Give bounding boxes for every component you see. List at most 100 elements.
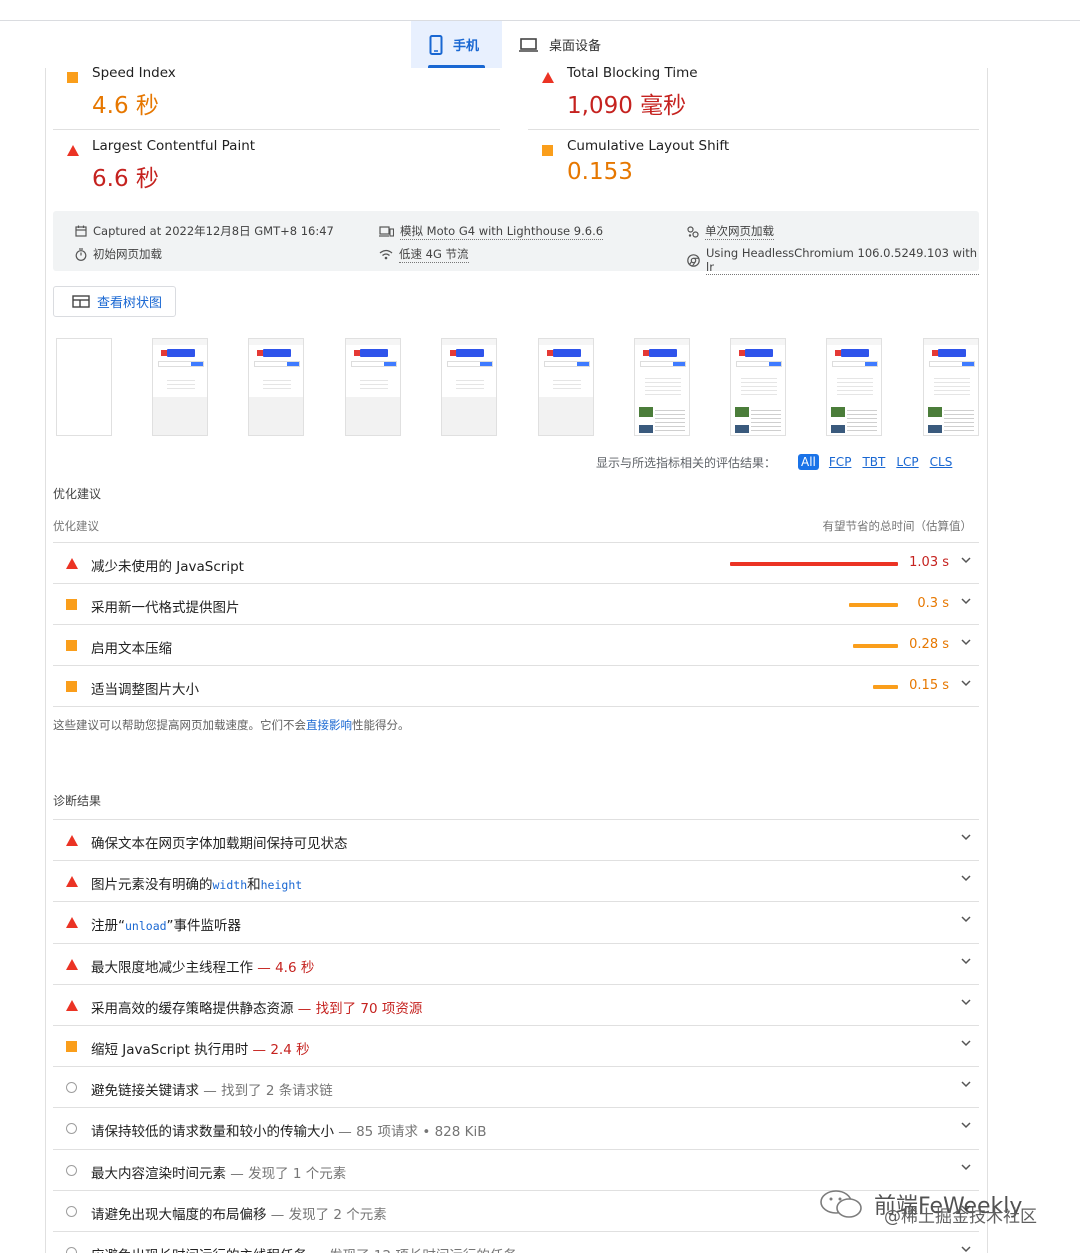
status-icon	[66, 640, 77, 651]
filter-chip-cls[interactable]: CLS	[930, 455, 953, 469]
diagnostic-title: 避免链接关键请求 — 找到了 2 条请求链	[91, 1083, 333, 1099]
opportunities-col-right: 有望节省的总时间（估算值）	[822, 519, 973, 533]
note-text-after: 性能得分。	[352, 718, 410, 732]
chevron-down-icon[interactable]	[961, 639, 971, 646]
runtime-network[interactable]: 低速 4G 节流	[379, 246, 469, 263]
savings-value: 0.3 s	[917, 596, 949, 611]
opportunity-row[interactable]: 启用文本压缩 0.28 s	[53, 624, 979, 665]
session-icon	[687, 225, 699, 238]
runtime-browser-text: Using HeadlessChromium 106.0.5249.103 wi…	[706, 246, 979, 275]
status-icon	[66, 1165, 77, 1176]
chevron-down-icon[interactable]	[961, 1040, 971, 1047]
metric-largest-contentful-paint: Largest Contentful Paint 6.6 秒	[53, 137, 500, 203]
diagnostic-title: 缩短 JavaScript 执行用时 — 2.4 秒	[91, 1042, 310, 1058]
chevron-down-icon[interactable]	[961, 680, 971, 687]
diagnostic-row[interactable]: 注册“unload”事件监听器	[53, 901, 979, 942]
diagnostic-row[interactable]: 最大内容渲染时间元素 — 发现了 1 个元素	[53, 1149, 979, 1190]
metric-value: 0.153	[567, 159, 633, 185]
diagnostic-title: 请保持较低的请求数量和较小的传输大小 — 85 项请求 • 828 KiB	[91, 1124, 487, 1140]
diagnostic-detail: — 85 项请求 • 828 KiB	[334, 1124, 487, 1140]
chevron-down-icon[interactable]	[961, 557, 971, 564]
devices-icon	[379, 226, 394, 237]
savings-bar	[853, 644, 898, 648]
diagnostic-title: 最大限度地减少主线程工作 — 4.6 秒	[91, 960, 315, 976]
runtime-captured-text: Captured at 2022年12月8日 GMT+8 16:47	[93, 224, 334, 238]
watermark: 前端FeWeekly @稀土掘金技术社区	[818, 1188, 1037, 1227]
opportunities-end-divider	[53, 706, 979, 707]
chevron-down-icon[interactable]	[961, 999, 971, 1006]
diagnostic-title: 请避免出现大幅度的布局偏移 — 发现了 2 个元素	[91, 1207, 387, 1223]
diagnostic-row[interactable]: 请保持较低的请求数量和较小的传输大小 — 85 项请求 • 828 KiB	[53, 1107, 979, 1148]
chevron-down-icon[interactable]	[961, 1081, 971, 1088]
metric-filter: 显示与所选指标相关的评估结果： All FCP TBT LCP CLS	[596, 453, 963, 471]
opportunity-row[interactable]: 适当调整图片大小 0.15 s	[53, 665, 979, 706]
diagnostic-detail: — 发现了 1 个元素	[226, 1166, 347, 1182]
diagnostic-detail: — 找到了 70 项资源	[293, 1001, 423, 1017]
average-square-icon	[66, 599, 77, 610]
runtime-session[interactable]: 单次网页加载	[687, 223, 774, 240]
diagnostic-row[interactable]: 确保文本在网页字体加载期间保持可见状态	[53, 819, 979, 860]
view-treemap-button[interactable]: 查看树状图	[53, 286, 176, 317]
chevron-down-icon[interactable]	[961, 1164, 971, 1171]
opportunity-row[interactable]: 采用新一代格式提供图片 0.3 s	[53, 583, 979, 624]
filter-chip-tbt[interactable]: TBT	[862, 455, 885, 469]
fail-triangle-icon	[66, 917, 78, 928]
chevron-down-icon[interactable]	[961, 958, 971, 965]
tab-mobile-label: 手机	[453, 39, 480, 54]
diagnostic-detail: — 发现了 2 个元素	[266, 1207, 387, 1223]
diagnostic-row[interactable]: 采用高效的缓存策略提供静态资源 — 找到了 70 项资源	[53, 984, 979, 1025]
calendar-icon	[75, 225, 87, 237]
view-treemap-label: 查看树状图	[97, 296, 163, 311]
runtime-device-text: 模拟 Moto G4 with Lighthouse 9.6.6	[400, 224, 604, 240]
diagnostic-detail: — 发现了 12 项长时间运行的任务	[307, 1248, 517, 1253]
treemap-icon	[72, 295, 90, 308]
opportunity-row[interactable]: 减少未使用的 JavaScript 1.03 s	[53, 542, 979, 583]
diagnostic-row[interactable]: 应避免出现长时间运行的主线程任务 — 发现了 12 项长时间运行的任务	[53, 1231, 979, 1253]
filter-chip-lcp[interactable]: LCP	[896, 455, 918, 469]
chevron-down-icon[interactable]	[961, 1122, 971, 1129]
chevron-down-icon[interactable]	[961, 834, 971, 841]
chevron-down-icon[interactable]	[961, 875, 971, 882]
runtime-initial-load-text: 初始网页加载	[93, 247, 162, 261]
status-icon	[66, 599, 77, 610]
savings-bar	[873, 685, 898, 689]
info-circle-icon	[66, 1206, 77, 1217]
opportunities-col-left: 优化建议	[53, 519, 99, 533]
runtime-network-text: 低速 4G 节流	[399, 247, 469, 263]
chrome-icon	[687, 254, 700, 267]
runtime-device[interactable]: 模拟 Moto G4 with Lighthouse 9.6.6	[379, 223, 604, 240]
diagnostic-row[interactable]: 避免链接关键请求 — 找到了 2 条请求链	[53, 1066, 979, 1107]
average-square-icon	[67, 68, 78, 87]
timer-icon	[75, 247, 87, 261]
diagnostic-row[interactable]: 最大限度地减少主线程工作 — 4.6 秒	[53, 943, 979, 984]
direct-impact-link[interactable]: 直接影响	[306, 718, 352, 732]
chevron-down-icon[interactable]	[961, 598, 971, 605]
diagnostic-row[interactable]: 图片元素没有明确的width和height	[53, 860, 979, 901]
metric-label: Largest Contentful Paint	[92, 138, 256, 154]
diagnostic-title: 确保文本在网页字体加载期间保持可见状态	[91, 836, 348, 852]
opportunities-title: 优化建议	[53, 487, 102, 501]
metric-label: Speed Index	[92, 65, 176, 81]
status-icon	[66, 558, 78, 569]
runtime-browser[interactable]: Using HeadlessChromium 106.0.5249.103 wi…	[687, 246, 979, 275]
metric-filter-label: 显示与所选指标相关的评估结果：	[596, 455, 777, 470]
tab-desktop-label: 桌面设备	[549, 39, 602, 54]
info-circle-icon	[66, 1082, 77, 1093]
diagnostic-title: 注册“unload”事件监听器	[91, 918, 242, 934]
diagnostic-title: 应避免出现长时间运行的主线程任务 — 发现了 12 项长时间运行的任务	[91, 1244, 517, 1253]
chevron-down-icon[interactable]	[961, 916, 971, 923]
tab-desktop[interactable]: 桌面设备	[518, 21, 601, 68]
metric-value: 4.6 秒	[92, 93, 159, 119]
tab-mobile[interactable]: 手机	[411, 21, 502, 68]
metric-label: Cumulative Layout Shift	[567, 138, 730, 154]
savings-value: 0.15 s	[909, 678, 949, 693]
filmstrip-frame	[923, 338, 979, 436]
runtime-settings: Captured at 2022年12月8日 GMT+8 16:47 初始网页加…	[53, 211, 979, 275]
filter-chip-fcp[interactable]: FCP	[829, 455, 852, 469]
metric-speed-index: Speed Index 4.6 秒	[53, 64, 500, 130]
chevron-down-icon[interactable]	[961, 1246, 971, 1253]
filter-chip-all[interactable]: All	[798, 454, 819, 470]
fail-triangle-icon	[67, 141, 79, 160]
diagnostic-row[interactable]: 缩短 JavaScript 执行用时 — 2.4 秒	[53, 1025, 979, 1066]
savings-bar	[849, 603, 898, 607]
